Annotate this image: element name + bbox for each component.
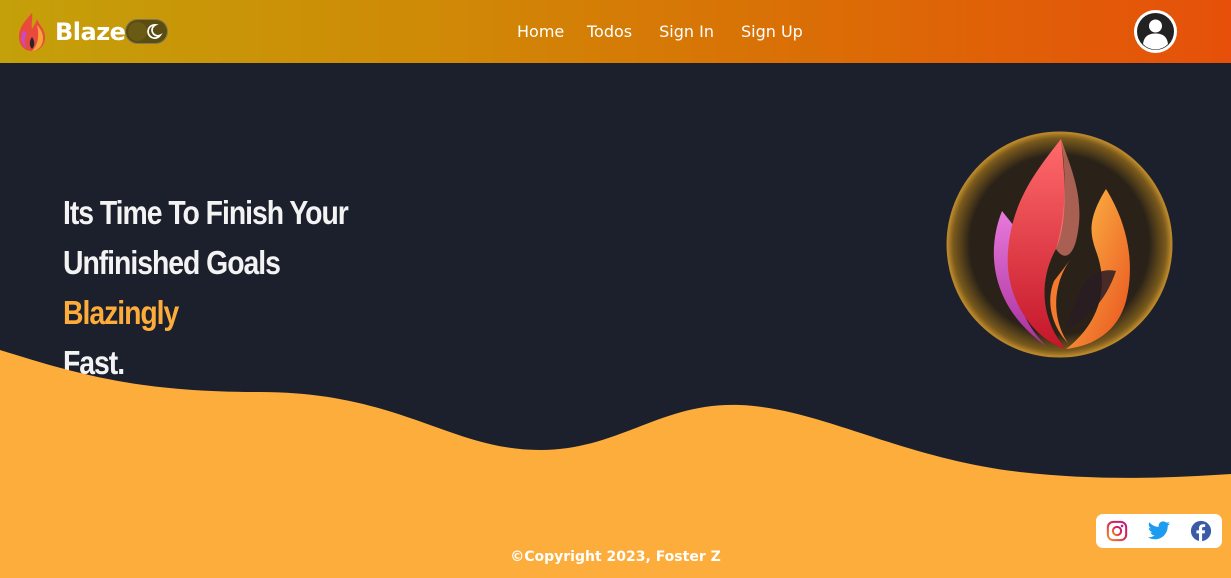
copyright-text: ©Copyright 2023, Foster Z — [510, 549, 721, 565]
nav-link-sign-in[interactable]: Sign In — [659, 22, 714, 41]
flame-icon — [19, 13, 45, 51]
facebook-link[interactable] — [1189, 519, 1213, 543]
brand-name: Blaze — [55, 18, 126, 46]
theme-toggle[interactable] — [125, 19, 168, 44]
facebook-icon — [1190, 520, 1212, 542]
social-links — [1096, 514, 1222, 548]
instagram-link[interactable] — [1105, 519, 1129, 543]
hero-wave — [0, 350, 1231, 578]
hero-line-2: Unfinished Goals — [63, 244, 281, 282]
brand[interactable]: Blaze — [15, 10, 126, 54]
flame-emblem-icon — [946, 131, 1173, 358]
user-avatar-icon — [1137, 13, 1174, 50]
instagram-icon — [1106, 520, 1128, 542]
nav-link-sign-up[interactable]: Sign Up — [741, 22, 803, 41]
twitter-icon — [1148, 521, 1170, 540]
nav-link-home[interactable]: Home — [517, 22, 564, 41]
hero-line-1: Its Time To Finish Your — [63, 194, 349, 232]
twitter-link[interactable] — [1147, 519, 1171, 543]
moon-icon — [147, 23, 163, 39]
hero-accent-word: Blazingly — [63, 294, 179, 332]
nav-links: Home Todos Sign In Sign Up — [517, 22, 830, 41]
user-avatar-button[interactable] — [1134, 10, 1177, 53]
nav-link-todos[interactable]: Todos — [587, 22, 632, 41]
navbar: Blaze Home Todos Sign In Sign Up — [0, 0, 1231, 63]
